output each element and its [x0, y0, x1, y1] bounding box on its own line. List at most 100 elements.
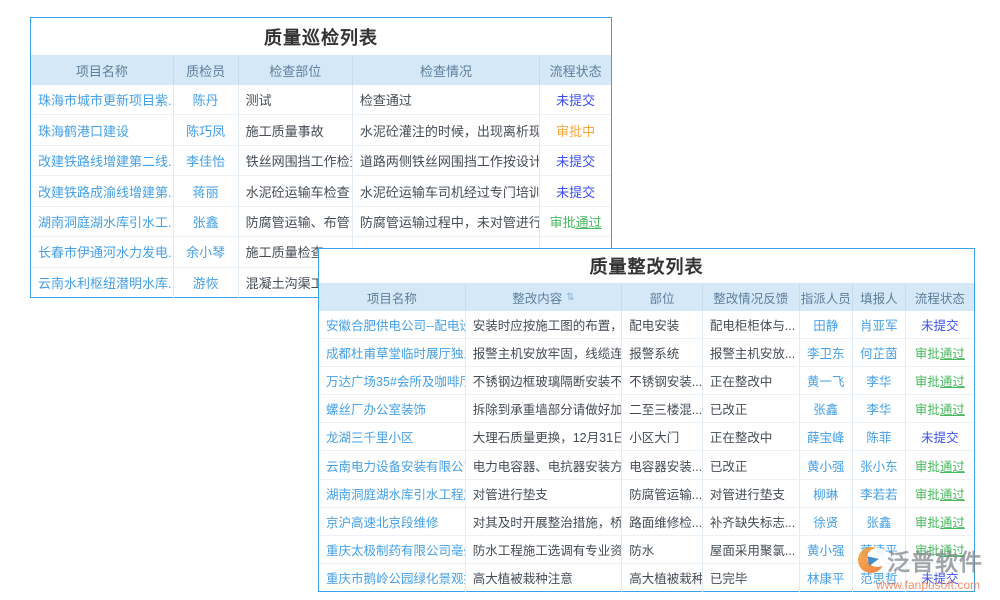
cell-reporter[interactable]: 李华 [853, 367, 906, 394]
cell-feedback: 报警主机安放... [703, 339, 800, 366]
cell-inspector[interactable]: 陈巧凤 [174, 115, 239, 144]
cell-status[interactable]: 审批通过 [906, 395, 974, 422]
cell-reporter[interactable]: 李华 [853, 395, 906, 422]
cell-inspector[interactable]: 张鑫 [174, 207, 239, 236]
watermark-brand: 泛普软件 [887, 543, 983, 577]
cell-reporter[interactable]: 肖亚军 [853, 311, 906, 338]
cell-inspector[interactable]: 蒋丽 [174, 176, 239, 205]
cell-part: 高大植被栽种 [622, 564, 703, 592]
cell-content: 对管进行垫支 [466, 480, 623, 507]
cell-project[interactable]: 云南电力设备安装有限公司20... [319, 451, 466, 478]
cell-assignee[interactable]: 林康平 [800, 564, 853, 592]
cell-project[interactable]: 京沪高速北京段维修 [319, 508, 466, 535]
cell-project[interactable]: 珠海鹤港口建设 [31, 115, 174, 144]
cell-status[interactable]: 审批通过 [906, 339, 974, 366]
column-header-project: 项目名称 [319, 283, 466, 311]
cell-inspector[interactable]: 游恢 [174, 268, 239, 298]
page: 质量巡检列表 项目名称质检员检查部位检查情况流程状态 珠海市城市更新项目紫...… [0, 0, 1000, 600]
cell-part: 不锈钢安装... [622, 367, 703, 394]
cell-inspector[interactable]: 李佳怡 [174, 146, 239, 175]
cell-project[interactable]: 螺丝厂办公室装饰 [319, 395, 466, 422]
cell-content: 对其及时开展整治措施，桥头... [466, 508, 623, 535]
table-row: 改建铁路成渝线增建第...蒋丽水泥砼运输车检查水泥砼运输车司机经过专门培训...… [31, 176, 611, 206]
cell-assignee[interactable]: 黄一飞 [800, 367, 853, 394]
cell-situation: 检查通过 [353, 85, 540, 114]
table-row: 万达广场35#会所及咖啡厅空...不锈钢边框玻璃隔断安装不牢...不锈钢安装..… [319, 367, 974, 395]
cell-feedback: 正在整改中 [703, 367, 800, 394]
column-header-project: 项目名称 [31, 55, 174, 85]
column-header-inspector: 质检员 [174, 55, 239, 85]
cell-project[interactable]: 重庆市鹅岭公园绿化景观提升... [319, 564, 466, 592]
cell-status[interactable]: 未提交 [540, 176, 611, 205]
column-header-feedback: 整改情况反馈 [703, 283, 800, 311]
cell-situation: 水泥砼灌注的时候，出现离析现象 [353, 115, 540, 144]
cell-status[interactable]: 未提交 [540, 146, 611, 175]
cell-reporter[interactable]: 李若若 [853, 480, 906, 507]
cell-feedback: 已改正 [703, 395, 800, 422]
cell-project[interactable]: 湖南洞庭湖水库引水工... [31, 207, 174, 236]
cell-status[interactable]: 审批通过 [906, 508, 974, 535]
cell-project[interactable]: 万达广场35#会所及咖啡厅空... [319, 367, 466, 394]
fanpu-logo-icon [858, 547, 885, 573]
cell-feedback: 已完毕 [703, 564, 800, 592]
cell-reporter[interactable]: 张鑫 [853, 508, 906, 535]
cell-inspector[interactable]: 陈丹 [174, 85, 239, 114]
column-header-status: 流程状态 [906, 283, 974, 311]
cell-status[interactable]: 未提交 [540, 85, 611, 114]
cell-project[interactable]: 改建铁路成渝线增建第... [31, 176, 174, 205]
cell-project[interactable]: 改建铁路线增建第二线... [31, 146, 174, 175]
cell-project[interactable]: 安徽合肥供电公司--配电设备... [319, 311, 466, 338]
cell-status[interactable]: 审批通过 [906, 367, 974, 394]
cell-status[interactable]: 未提交 [906, 311, 974, 338]
cell-assignee[interactable]: 薛宝峰 [800, 423, 853, 450]
cell-status[interactable]: 审批通过 [906, 451, 974, 478]
cell-project[interactable]: 龙湖三千里小区 [319, 423, 466, 450]
cell-content: 防水工程施工选调有专业资质... [466, 536, 623, 563]
table-row: 珠海市城市更新项目紫...陈丹测试检查通过未提交 [31, 85, 611, 115]
cell-project[interactable]: 湖南洞庭湖水库引水工程施工I标 [319, 480, 466, 507]
cell-assignee[interactable]: 徐贤 [800, 508, 853, 535]
cell-assignee[interactable]: 李卫东 [800, 339, 853, 366]
cell-reporter[interactable]: 张小东 [853, 451, 906, 478]
cell-project[interactable]: 重庆太极制药有限公司亳州中... [319, 536, 466, 563]
rectification-table-title: 质量整改列表 [319, 249, 974, 283]
cell-feedback: 补齐缺失标志... [703, 508, 800, 535]
cell-part: 施工质量事故 [239, 115, 353, 144]
cell-content: 高大植被栽种注意 [466, 564, 623, 592]
cell-part: 报警系统 [622, 339, 703, 366]
watermark-url: www.fanpusoft.com [858, 578, 998, 592]
cell-status[interactable]: 审批中 [540, 115, 611, 144]
cell-part: 电容器安装... [622, 451, 703, 478]
table-row: 云南电力设备安装有限公司20...电力电容器、电抗器安装方案,...电容器安装.… [319, 451, 974, 479]
cell-status[interactable]: 未提交 [906, 423, 974, 450]
cell-feedback: 正在整改中 [703, 423, 800, 450]
cell-inspector[interactable]: 余小琴 [174, 237, 239, 266]
cell-reporter[interactable]: 何芷茵 [853, 339, 906, 366]
cell-content: 大理石质量更换，12月31日之... [466, 423, 623, 450]
cell-situation: 水泥砼运输车司机经过专门培训... [353, 176, 540, 205]
cell-content: 不锈钢边框玻璃隔断安装不牢... [466, 367, 623, 394]
column-header-part: 检查部位 [239, 55, 353, 85]
column-header-content[interactable]: 整改内容⇅ [466, 283, 623, 311]
cell-assignee[interactable]: 黄小强 [800, 536, 853, 563]
cell-assignee[interactable]: 黄小强 [800, 451, 853, 478]
sort-icon[interactable]: ⇅ [566, 292, 574, 303]
cell-reporter[interactable]: 陈菲 [853, 423, 906, 450]
cell-feedback: 配电柜柜体与... [703, 311, 800, 338]
cell-status[interactable]: 审批通过 [540, 207, 611, 236]
table-row: 改建铁路线增建第二线...李佳怡铁丝网围挡工作检查道路两侧铁丝网围挡工作按设计.… [31, 146, 611, 176]
cell-assignee[interactable]: 张鑫 [800, 395, 853, 422]
cell-part: 铁丝网围挡工作检查 [239, 146, 353, 175]
cell-feedback: 对管进行垫支 [703, 480, 800, 507]
cell-project[interactable]: 珠海市城市更新项目紫... [31, 85, 174, 114]
cell-project[interactable]: 云南水利枢纽潜明水库... [31, 268, 174, 298]
cell-status[interactable]: 审批通过 [906, 480, 974, 507]
cell-part: 防腐管运输... [622, 480, 703, 507]
cell-project[interactable]: 长春市伊通河水力发电... [31, 237, 174, 266]
cell-project[interactable]: 成都杜甫草堂临时展厅独立展... [319, 339, 466, 366]
table-row: 湖南洞庭湖水库引水工...张鑫防腐管运输、布管防腐管运输过程中，未对管进行...… [31, 207, 611, 237]
cell-assignee[interactable]: 田静 [800, 311, 853, 338]
cell-assignee[interactable]: 柳琳 [800, 480, 853, 507]
cell-part: 配电安装 [622, 311, 703, 338]
cell-part: 测试 [239, 85, 353, 114]
